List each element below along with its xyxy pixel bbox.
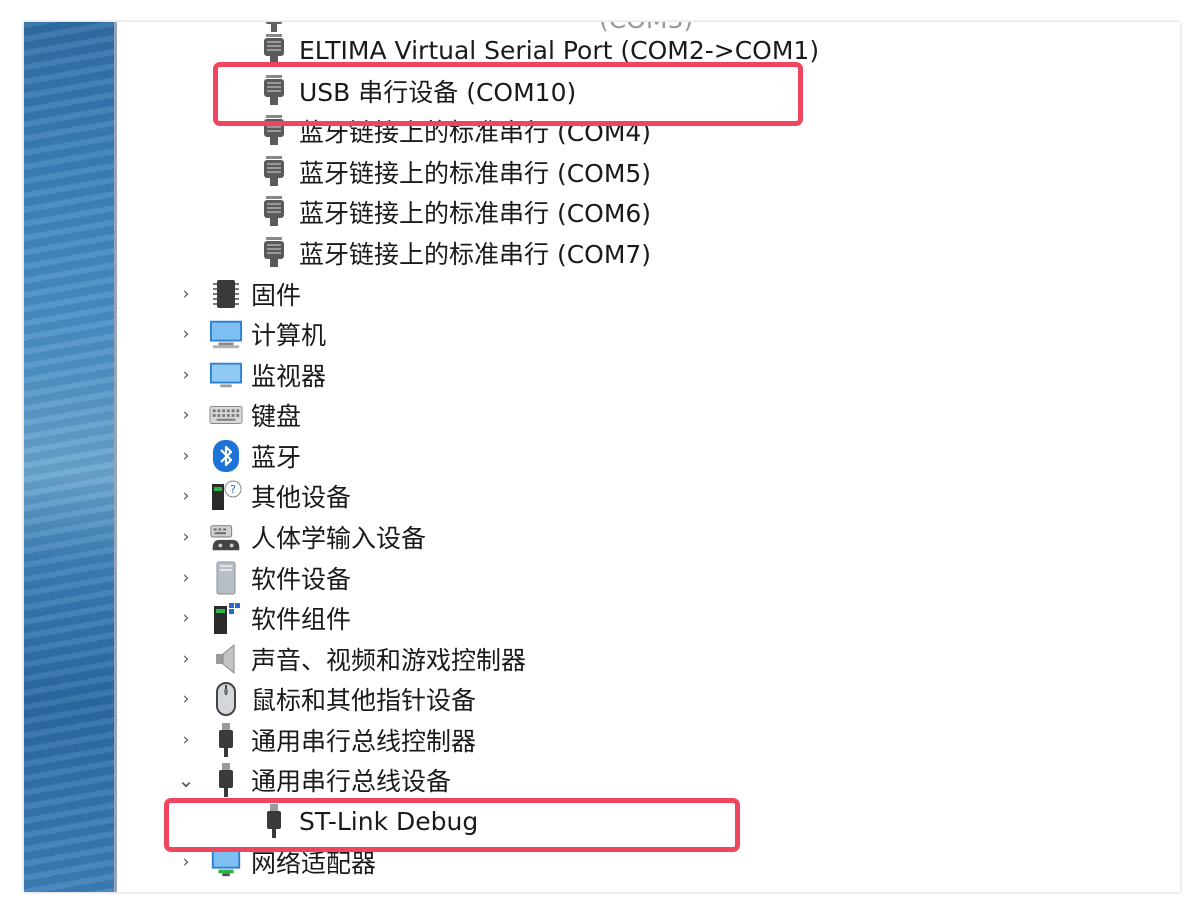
bluetooth-icon xyxy=(209,439,243,473)
expand-chevron-icon[interactable]: › xyxy=(179,437,193,475)
mouse-icon xyxy=(209,682,243,716)
highlight-box-st-link xyxy=(164,798,740,852)
hid-icon xyxy=(209,520,243,554)
software-device-icon xyxy=(209,561,243,595)
tree-category-sound-video-game[interactable]: › 声音、视频和游戏控制器 xyxy=(117,640,1017,678)
unknown-device-icon: ? xyxy=(209,479,243,513)
highlight-box-usb-com10 xyxy=(213,62,803,126)
expand-chevron-icon[interactable]: › xyxy=(179,559,193,597)
tree-category-mice[interactable]: › 鼠标和其他指针设备 xyxy=(117,680,1017,718)
tree-category-bluetooth[interactable]: › 蓝牙 xyxy=(117,437,1017,475)
tree-category-firmware[interactable]: › 固件 xyxy=(117,275,1017,313)
tree-category-software-components[interactable]: › 软件组件 xyxy=(117,599,1017,637)
tree-item-port-com7[interactable]: 蓝牙链接上的标准串行 (COM7) xyxy=(257,234,651,272)
serial-port-icon xyxy=(257,155,291,189)
usb-plug-icon xyxy=(209,723,243,757)
tree-category-usb-controllers[interactable]: › 通用串行总线控制器 xyxy=(117,721,1017,759)
tree-item-label: 蓝牙链接上的标准串行 (COM7) xyxy=(299,240,652,269)
tree-category-monitor[interactable]: › 监视器 xyxy=(117,356,1017,394)
tree-item-label: 通用串行总线控制器 xyxy=(251,727,477,756)
tree-item-port-com6[interactable]: 蓝牙链接上的标准串行 (COM6) xyxy=(257,193,651,231)
tree-category-software-devices[interactable]: › 软件设备 xyxy=(117,559,1017,597)
expand-chevron-icon[interactable]: › xyxy=(179,315,193,353)
tree-category-keyboard[interactable]: › 键盘 xyxy=(117,396,1017,434)
tree-item-label: 固件 xyxy=(251,281,302,310)
tree-item-label: 蓝牙链接上的标准串行 (COM6) xyxy=(299,199,652,228)
tree-item-label: 计算机 xyxy=(251,321,327,350)
tree-item-port-com5[interactable]: 蓝牙链接上的标准串行 (COM5) xyxy=(257,153,651,191)
serial-port-icon xyxy=(257,195,291,229)
device-tree-panel: (COM3) ELTIMA Virtual Serial Port (COM2-… xyxy=(117,22,1180,892)
expand-chevron-icon[interactable]: › xyxy=(179,518,193,556)
tree-item-label: 软件组件 xyxy=(251,605,352,634)
screenshot-frame: (COM3) ELTIMA Virtual Serial Port (COM2-… xyxy=(24,22,1180,892)
tree-category-other-devices[interactable]: › ? 其他设备 xyxy=(117,477,1017,515)
computer-icon xyxy=(209,317,243,351)
tree-item-label: 通用串行总线设备 xyxy=(251,767,452,796)
serial-port-icon xyxy=(257,236,291,270)
monitor-icon xyxy=(209,358,243,392)
tree-item-label: 人体学输入设备 xyxy=(251,524,427,553)
keyboard-icon xyxy=(209,398,243,432)
svg-text:?: ? xyxy=(230,483,236,496)
tree-item-label: 鼠标和其他指针设备 xyxy=(251,686,477,715)
tree-item-label: ELTIMA Virtual Serial Port (COM2->COM1) xyxy=(299,35,820,65)
tree-item-label: 蓝牙链接上的标准串行 (COM5) xyxy=(299,159,652,188)
expand-chevron-icon[interactable]: › xyxy=(179,396,193,434)
desktop-background-strip xyxy=(24,22,114,892)
expand-chevron-icon[interactable]: › xyxy=(179,356,193,394)
expand-chevron-icon[interactable]: › xyxy=(179,721,193,759)
tree-item-label: 键盘 xyxy=(251,402,302,431)
usb-plug-icon xyxy=(209,763,243,797)
expand-chevron-icon[interactable]: › xyxy=(179,477,193,515)
tree-category-hid[interactable]: › 人体学输入设备 xyxy=(117,518,1017,556)
tree-category-usb-devices[interactable]: ⌄ 通用串行总线设备 xyxy=(117,761,1017,799)
firmware-chip-icon xyxy=(209,277,243,311)
tree-item-label: 其他设备 xyxy=(251,483,352,512)
expand-chevron-icon[interactable]: › xyxy=(179,680,193,718)
tree-item-label: 监视器 xyxy=(251,362,327,391)
tree-item-label: 软件设备 xyxy=(251,565,352,594)
speaker-icon xyxy=(209,642,243,676)
tree-category-cutoff xyxy=(117,884,1017,892)
expand-chevron-icon[interactable]: › xyxy=(179,275,193,313)
tree-category-computer[interactable]: › 计算机 xyxy=(117,315,1017,353)
software-component-icon xyxy=(209,601,243,635)
collapse-chevron-icon[interactable]: ⌄ xyxy=(178,761,195,799)
system-device-icon xyxy=(209,886,243,892)
expand-chevron-icon[interactable]: › xyxy=(179,640,193,678)
expand-chevron-icon[interactable]: › xyxy=(179,599,193,637)
tree-item-label: 蓝牙 xyxy=(251,443,302,472)
tree-item-label: 声音、视频和游戏控制器 xyxy=(251,646,527,675)
